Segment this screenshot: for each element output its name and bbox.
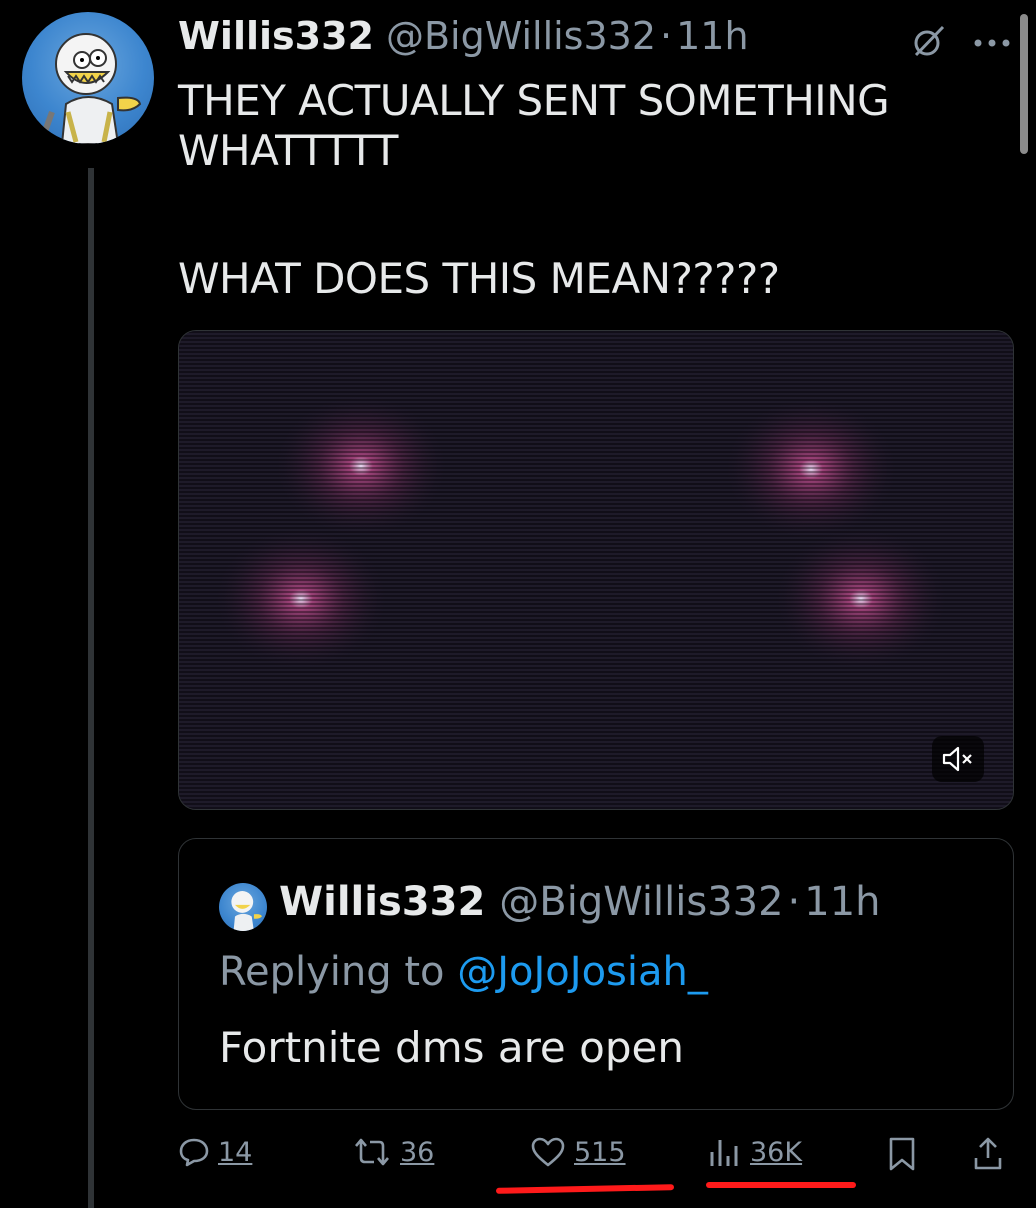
reply-button[interactable]: 14: [178, 1136, 252, 1168]
quoted-avatar: [219, 883, 267, 931]
separator-dot: ·: [787, 879, 801, 925]
share-button[interactable]: [972, 1136, 1004, 1172]
tweet-text: THEY ACTUALLY SENT SOMETHING WHATTTTT WH…: [178, 76, 978, 304]
mute-icon: [942, 746, 972, 772]
tweet-text-line: WHATTTTT: [178, 126, 398, 175]
quoted-author-handle: @BigWillis332: [499, 879, 784, 925]
repost-count: 36: [400, 1136, 435, 1168]
thread-connector-line: [88, 168, 94, 1208]
post-time[interactable]: 11h: [676, 14, 748, 58]
bookmark-button[interactable]: [886, 1136, 918, 1172]
quoted-author-name: Willis332: [279, 879, 486, 925]
grok-icon[interactable]: [912, 24, 946, 58]
views-icon: [710, 1140, 738, 1166]
quoted-time: 11h: [804, 879, 881, 925]
repost-button[interactable]: 36: [352, 1136, 434, 1168]
tweet-header: Willis332 @BigWillis332 · 11h: [178, 14, 749, 68]
tweet-text-line: WHAT DOES THIS MEAN?????: [178, 254, 780, 303]
video-player[interactable]: [178, 330, 1014, 810]
quoted-header: Willis332 @BigWillis332 · 11h: [279, 879, 881, 925]
quoted-text: Fortnite dms are open: [219, 1023, 684, 1072]
avatar[interactable]: [22, 12, 154, 144]
separator-dot: ·: [660, 14, 673, 58]
share-icon: [974, 1137, 1002, 1170]
author-handle[interactable]: @BigWillis332: [386, 14, 656, 58]
author-name[interactable]: Willis332: [178, 14, 374, 58]
more-icon[interactable]: [972, 38, 1012, 48]
repost-icon: [355, 1138, 389, 1166]
replying-to-label: Replying to: [219, 949, 458, 995]
heart-icon: [531, 1137, 565, 1167]
red-underline-annotation: [706, 1182, 856, 1188]
mention-link[interactable]: @JoJoJosiah_: [457, 949, 708, 995]
reply-icon: [179, 1138, 209, 1167]
mute-button[interactable]: [932, 736, 984, 782]
reply-count: 14: [218, 1136, 253, 1168]
action-bar: 14 36 515 36K: [178, 1136, 1012, 1184]
scrollbar[interactable]: [1020, 14, 1028, 154]
tweet-text-line: THEY ACTUALLY SENT SOMETHING: [178, 76, 890, 125]
views-button[interactable]: 36K: [708, 1136, 802, 1168]
avatar-character-image: [39, 33, 142, 144]
bookmark-icon: [889, 1137, 915, 1171]
avatar-character-image: [231, 891, 262, 931]
like-count: 515: [574, 1136, 626, 1168]
like-button[interactable]: 515: [530, 1136, 626, 1168]
view-count: 36K: [750, 1136, 803, 1168]
replying-to: Replying to @JoJoJosiah_: [219, 949, 708, 995]
quoted-tweet[interactable]: Willis332 @BigWillis332 · 11h Replying t…: [178, 838, 1014, 1110]
red-underline-annotation: [495, 1184, 675, 1194]
scanline-overlay: [179, 331, 1013, 809]
